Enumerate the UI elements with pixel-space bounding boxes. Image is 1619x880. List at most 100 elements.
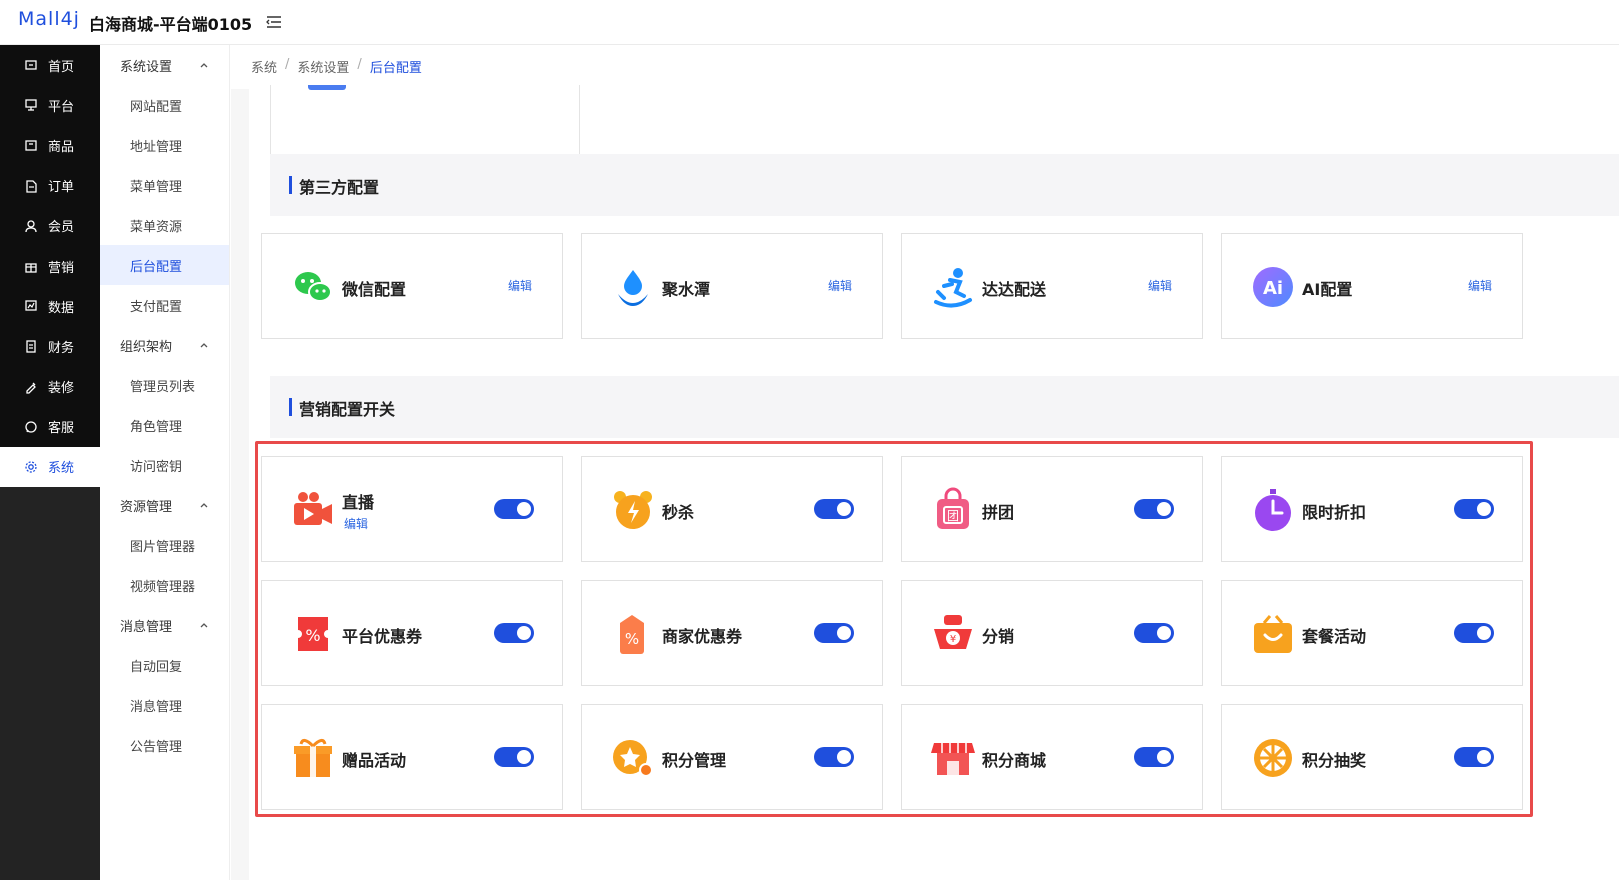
mainnav-item[interactable]: 数据 bbox=[0, 286, 100, 326]
box-icon bbox=[25, 140, 37, 152]
subnav-item[interactable]: 消息管理 bbox=[100, 685, 229, 725]
enable-toggle[interactable] bbox=[1134, 499, 1174, 519]
subnav-item[interactable]: 访问密钥 bbox=[100, 445, 229, 485]
enable-toggle[interactable] bbox=[1454, 747, 1494, 767]
section-marker bbox=[289, 176, 292, 194]
mainnav-item-label: 装修 bbox=[48, 381, 75, 397]
edit-link[interactable]: 编辑 bbox=[508, 277, 532, 294]
edit-link[interactable]: 编辑 bbox=[1468, 277, 1492, 294]
subnav-item[interactable]: 公告管理 bbox=[100, 725, 229, 765]
card-title: 积分抽奖 bbox=[1302, 751, 1367, 770]
subnav-group-label: 资源管理 bbox=[120, 499, 173, 515]
brush-icon bbox=[26, 382, 36, 394]
menu-collapse-icon[interactable] bbox=[264, 12, 284, 32]
subnav-item[interactable]: 后台配置 bbox=[100, 245, 229, 285]
store-icon bbox=[931, 743, 975, 775]
enable-toggle[interactable] bbox=[494, 623, 534, 643]
subnav-group-label: 系统设置 bbox=[120, 59, 173, 75]
subnav-item[interactable]: 自动回复 bbox=[100, 645, 229, 685]
subnav-group[interactable]: 资源管理 bbox=[100, 485, 229, 525]
mainnav-item[interactable]: 商品 bbox=[0, 125, 100, 165]
chevron-up-icon bbox=[200, 343, 208, 348]
monitor-icon bbox=[25, 99, 37, 111]
card-title: 套餐活动 bbox=[1302, 627, 1367, 646]
content-gutter bbox=[231, 89, 249, 880]
mainnav-item[interactable]: 财务 bbox=[0, 326, 100, 366]
subnav-item[interactable]: 支付配置 bbox=[100, 285, 229, 325]
shopping-bag-icon bbox=[1254, 615, 1292, 653]
subnav-item[interactable]: 图片管理器 bbox=[100, 525, 229, 565]
subnav-item[interactable]: 地址管理 bbox=[100, 125, 229, 165]
ai-icon: Ai bbox=[1253, 267, 1293, 307]
svg-text:团: 团 bbox=[947, 509, 959, 523]
card-title: 秒杀 bbox=[662, 503, 695, 522]
breadcrumb-current: 后台配置 bbox=[369, 61, 422, 76]
svg-text:¥: ¥ bbox=[950, 634, 956, 645]
enable-toggle[interactable] bbox=[814, 623, 854, 643]
main-content: 系统 / 系统设置 / 后台配置 第三方配置 微信配置 编辑 聚水潭 编辑 达达配送 编辑… bbox=[231, 45, 1619, 880]
partial-config-card bbox=[270, 85, 580, 160]
enable-toggle[interactable] bbox=[494, 747, 534, 767]
breadcrumb: 系统 / 系统设置 / 后台配置 bbox=[251, 57, 422, 76]
enable-toggle[interactable] bbox=[1454, 499, 1494, 519]
breadcrumb-item[interactable]: 系统 bbox=[251, 57, 277, 76]
mainnav-item-label: 会员 bbox=[48, 220, 75, 236]
card-title: 聚水潭 bbox=[662, 280, 711, 299]
enable-toggle[interactable] bbox=[1454, 623, 1494, 643]
enable-toggle[interactable] bbox=[1134, 623, 1174, 643]
mainnav-item[interactable]: 装修 bbox=[0, 367, 100, 407]
subnav-item[interactable]: 管理员列表 bbox=[100, 365, 229, 405]
subnav-group[interactable]: 消息管理 bbox=[100, 605, 229, 645]
wechat-icon bbox=[295, 272, 332, 302]
mainnav-item-label: 订单 bbox=[48, 180, 75, 196]
card-title: 直播 bbox=[342, 493, 375, 512]
sub-nav: 系统设置网站配置 地址管理 菜单管理 菜单资源 后台配置 支付配置组织架构管理员列表 角色管… bbox=[100, 45, 230, 880]
mainnav-item[interactable]: 首页 bbox=[0, 45, 100, 85]
enable-toggle[interactable] bbox=[1134, 747, 1174, 767]
mainnav-item[interactable]: 订单 bbox=[0, 166, 100, 206]
marketing-card: 直播 编辑 bbox=[261, 456, 563, 562]
user-group-icon bbox=[25, 220, 37, 232]
subnav-group[interactable]: 系统设置 bbox=[100, 45, 229, 85]
subnav-item[interactable]: 角色管理 bbox=[100, 405, 229, 445]
subnav-group-label: 组织架构 bbox=[120, 339, 173, 355]
marketing-card: 积分抽奖 bbox=[1221, 704, 1523, 810]
card-title: 积分管理 bbox=[662, 751, 727, 770]
card-title: 限时折扣 bbox=[1302, 503, 1367, 522]
mainnav-item-label: 商品 bbox=[48, 139, 75, 155]
mainnav-item-label: 系统 bbox=[48, 461, 75, 477]
edit-link[interactable]: 编辑 bbox=[344, 515, 368, 532]
mainnav-item-label: 数据 bbox=[48, 300, 75, 316]
mainnav-item[interactable]: 营销 bbox=[0, 246, 100, 286]
card-title: 平台优惠券 bbox=[342, 627, 423, 646]
logo: Mall4j bbox=[18, 8, 80, 30]
mainnav-item-label: 首页 bbox=[48, 59, 75, 75]
enable-toggle[interactable] bbox=[814, 747, 854, 767]
enable-toggle[interactable] bbox=[814, 499, 854, 519]
edit-link[interactable]: 编辑 bbox=[828, 277, 852, 294]
subnav-item[interactable]: 网站配置 bbox=[100, 85, 229, 125]
enable-toggle[interactable] bbox=[494, 499, 534, 519]
edit-link[interactable]: 编辑 bbox=[1148, 277, 1172, 294]
svg-text:%: % bbox=[625, 630, 639, 648]
subnav-item[interactable]: 菜单资源 bbox=[100, 205, 229, 245]
breadcrumb-separator: / bbox=[285, 57, 290, 72]
card-title: 分销 bbox=[982, 627, 1015, 646]
marketing-card: 限时折扣 bbox=[1221, 456, 1523, 562]
mainnav-item[interactable]: 系统 bbox=[0, 446, 100, 488]
lottery-wheel-icon bbox=[1254, 739, 1292, 777]
subnav-group[interactable]: 组织架构 bbox=[100, 325, 229, 365]
chevron-up-icon bbox=[200, 503, 208, 508]
config-card: 微信配置 编辑 bbox=[261, 233, 563, 339]
subnav-item[interactable]: 视频管理器 bbox=[100, 565, 229, 605]
mainnav-item[interactable]: 平台 bbox=[0, 85, 100, 125]
card-title: 微信配置 bbox=[342, 280, 407, 299]
mainnav-item[interactable]: 会员 bbox=[0, 206, 100, 246]
gift-icon bbox=[25, 263, 37, 273]
mainnav-item[interactable]: 客服 bbox=[0, 407, 100, 447]
mainnav-item-label: 营销 bbox=[48, 260, 75, 276]
subnav-item[interactable]: 菜单管理 bbox=[100, 165, 229, 205]
card-title: 积分商城 bbox=[982, 751, 1047, 770]
breadcrumb-item[interactable]: 系统设置 bbox=[297, 57, 349, 76]
breadcrumb-separator: / bbox=[357, 57, 362, 72]
